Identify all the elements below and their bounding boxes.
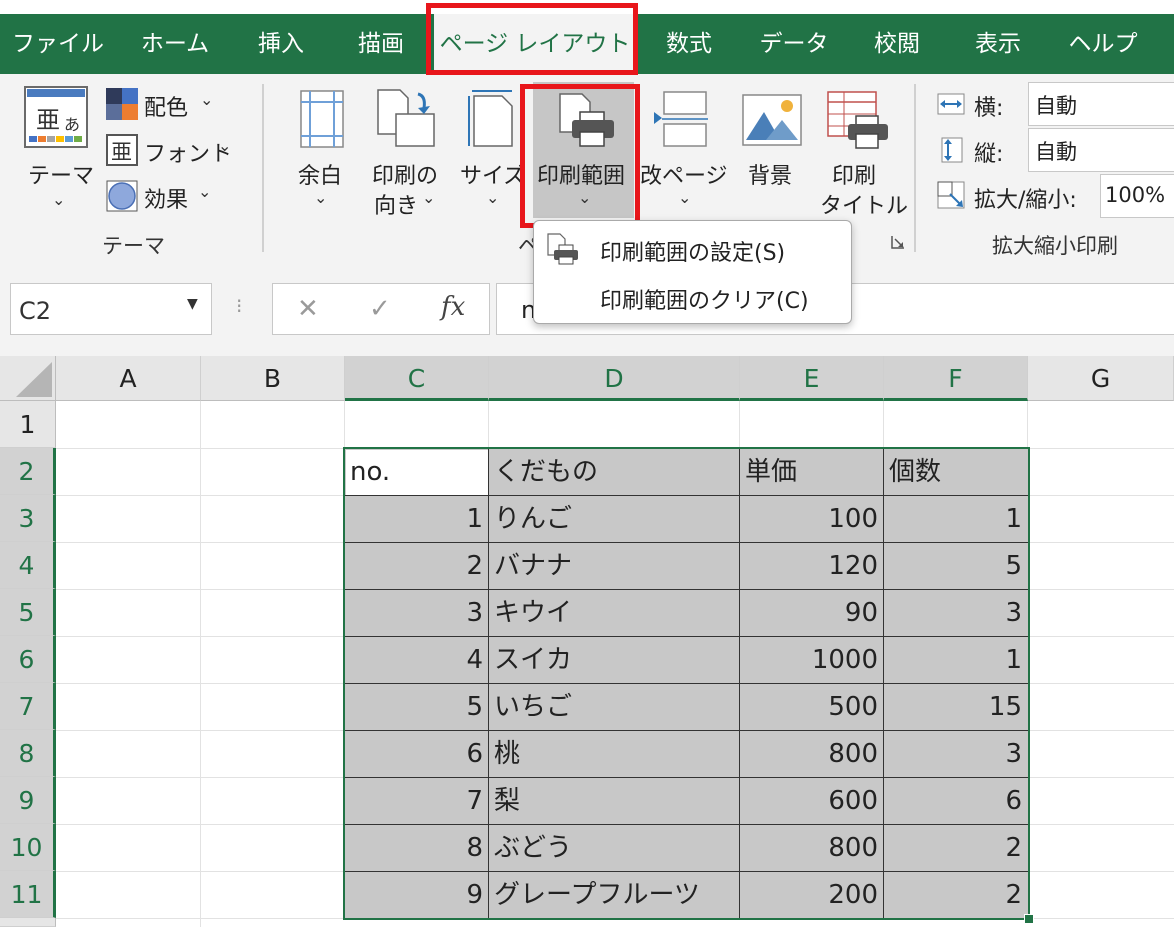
row-header-3[interactable]: 3 [0,495,56,542]
insert-function-icon[interactable]: fx [441,292,465,322]
row-header-7[interactable]: 7 [0,683,56,730]
theme-button-label[interactable]: テーマ [28,158,94,190]
print-titles-label-2[interactable]: タイトル [820,188,908,220]
chevron-down-icon: ⌄ [200,90,214,109]
caret-down-icon[interactable]: ▼ [187,296,198,312]
chevron-down-icon: ⌄ [486,188,500,207]
size-label[interactable]: サイズ [460,158,525,190]
theme-group-label: テーマ [102,234,165,258]
select-all-corner[interactable] [0,356,56,401]
row-header-8[interactable]: 8 [0,730,56,777]
enter-icon[interactable]: ✓ [369,294,391,324]
margins-icon[interactable] [300,90,344,148]
row-header-10[interactable]: 10 [0,824,56,871]
row-header-1[interactable]: 1 [0,401,56,448]
background-icon[interactable] [742,94,802,146]
row-header-9[interactable]: 9 [0,777,56,824]
row-header-6[interactable]: 6 [0,636,56,683]
breaks-icon[interactable] [654,90,708,148]
tab-insert[interactable]: 挿入 [234,14,328,74]
orientation-label-1[interactable]: 印刷の [372,158,438,190]
tab-view[interactable]: 表示 [948,14,1048,74]
height-value: 自動 [1035,140,1077,164]
row-header-4[interactable]: 4 [0,542,56,589]
row-header-5[interactable]: 5 [0,589,56,636]
fonts-icon[interactable]: 亜 [106,134,138,166]
scale-label: 拡大/縮小: [974,188,1077,213]
column-header-f[interactable]: F [884,356,1028,401]
scale-group-label: 拡大縮小印刷 [992,234,1118,258]
formula-buttons: ✕ ✓ fx [272,283,490,335]
width-value: 自動 [1035,94,1077,118]
print-area-dropdown: 印刷範囲の設定(S) 印刷範囲のクリア(C) [533,220,852,324]
group-divider [262,84,264,252]
theme-icon[interactable]: 亜 あ [24,86,88,148]
chevron-down-icon: ⌄ [198,182,212,201]
highlight-box [426,3,638,75]
background-label[interactable]: 背景 [748,158,792,190]
size-icon[interactable] [466,88,514,148]
height-select[interactable]: 自動 [1028,128,1174,172]
column-header-c[interactable]: C [345,356,489,401]
cancel-icon[interactable]: ✕ [297,294,319,324]
column-header-b[interactable]: B [201,356,345,401]
selection-border [343,447,1030,920]
sheet-grid: A B C D E F G 1 2 3 4 5 6 7 8 9 10 11 no… [0,356,1174,927]
breaks-label[interactable]: 改ページ [640,158,728,190]
width-label: 横: [974,96,1004,121]
svg-text:あ: あ [64,115,80,134]
chevron-down-icon: ⌄ [422,188,436,207]
separator-dots-icon: ⁝ [236,294,243,318]
scale-value: 100% [1105,183,1166,207]
set-print-area-item[interactable]: 印刷範囲の設定(S) [600,235,785,267]
group-divider [914,84,916,252]
name-box-value: C2 [19,297,52,325]
chevron-down-icon: ⌄ [678,188,692,207]
clear-print-area-item[interactable]: 印刷範囲のクリア(C) [600,283,809,315]
tab-review[interactable]: 校閲 [846,14,948,74]
print-titles-label-1[interactable]: 印刷 [832,158,876,190]
tab-draw[interactable]: 描画 [328,14,434,74]
effects-label[interactable]: 効果 [144,182,188,214]
colors-icon[interactable] [106,88,138,120]
colors-label[interactable]: 配色 [144,90,188,122]
column-header-a[interactable]: A [56,356,201,401]
tab-help[interactable]: ヘルプ [1048,14,1158,74]
print-titles-icon[interactable] [826,90,892,150]
effects-icon[interactable] [106,180,138,212]
tab-home[interactable]: ホーム [116,14,234,74]
tab-formulas[interactable]: 数式 [636,14,742,74]
chevron-down-icon: ⌄ [52,190,66,209]
name-box[interactable]: C2 ▼ [10,283,212,335]
print-area-icon [546,233,578,265]
svg-text:亜: 亜 [111,140,132,164]
height-icon [936,136,966,164]
scale-input[interactable]: 100% [1100,174,1174,218]
row-header-2[interactable]: 2 [0,448,56,495]
orientation-icon[interactable] [376,88,436,148]
column-header-d[interactable]: D [489,356,740,401]
scale-icon [936,180,966,210]
width-select[interactable]: 自動 [1028,82,1174,126]
row-header-12[interactable] [0,918,56,927]
height-label: 縦: [974,142,1004,167]
column-header-e[interactable]: E [740,356,884,401]
svg-text:亜: 亜 [36,106,60,134]
margins-label[interactable]: 余白 [298,158,342,190]
chevron-down-icon: ⌄ [314,188,328,207]
column-header-g[interactable]: G [1028,356,1174,401]
tab-data[interactable]: データ [742,14,846,74]
orientation-label-2[interactable]: 向き [374,188,418,220]
chevron-down-icon: ⌄ [218,136,232,155]
highlight-box [520,84,640,228]
row-header-11[interactable]: 11 [0,871,56,918]
width-icon [936,90,966,118]
tab-file[interactable]: ファイル [0,14,116,74]
fill-handle[interactable] [1024,914,1034,924]
dialog-launcher-icon[interactable] [890,234,906,250]
